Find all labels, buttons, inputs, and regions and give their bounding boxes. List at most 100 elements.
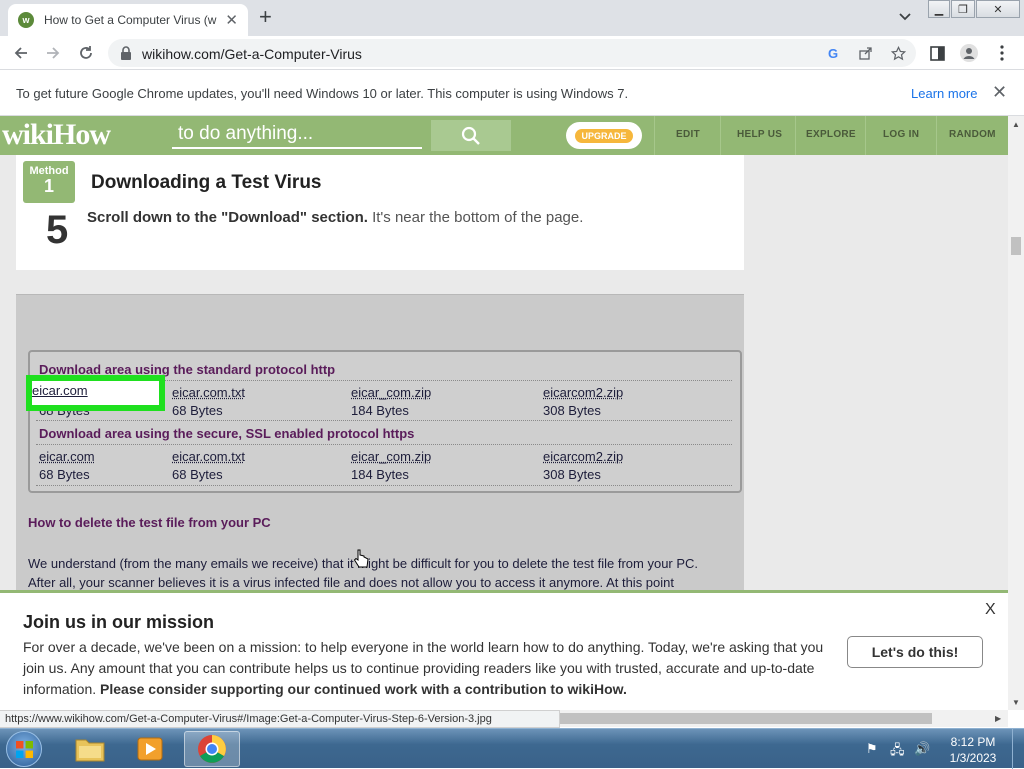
file-size: 68 Bytes — [39, 467, 90, 482]
wikihow-search-button[interactable] — [431, 120, 511, 151]
lock-icon[interactable] — [120, 46, 132, 60]
tab-title: How to Get a Computer Virus (w — [43, 13, 217, 27]
infobar-close-icon[interactable]: ✕ — [992, 82, 1007, 103]
horizontal-scroll-thumb[interactable] — [560, 713, 932, 724]
nav-divider — [865, 116, 866, 155]
wikihow-search-input[interactable]: to do anything... — [172, 121, 422, 149]
nav-divider — [936, 116, 937, 155]
logo-wiki-text: wiki — [2, 118, 54, 151]
divider — [36, 485, 732, 486]
back-arrow-icon — [14, 47, 27, 59]
vertical-scroll-thumb[interactable] — [1011, 237, 1021, 255]
taskbar-media-player[interactable] — [122, 731, 178, 767]
file-size: 184 Bytes — [351, 403, 409, 418]
svg-text:G: G — [828, 46, 838, 60]
upgrade-label: UPGRADE — [575, 128, 633, 143]
nav-random[interactable]: RANDOM — [949, 129, 996, 140]
network-icon[interactable]: 🖧 — [890, 741, 905, 763]
download-area-box: Download area using the standard protoco… — [28, 350, 742, 493]
step-text-bold: Scroll down to the "Download" section. — [87, 209, 368, 226]
file-link: eicarcom2.zip — [543, 385, 624, 400]
minimize-button[interactable]: ▁ — [928, 0, 950, 18]
search-placeholder: to do anything... — [178, 123, 314, 144]
folder-icon — [75, 739, 105, 762]
file-size: 184 Bytes — [351, 467, 409, 482]
infobar-message: To get future Google Chrome updates, you… — [16, 86, 629, 101]
nav-explore[interactable]: EXPLORE — [806, 129, 856, 140]
forward-arrow-icon — [47, 47, 60, 59]
page-viewport: wikiHow to do anything... UPGRADE EDIT H… — [0, 116, 1008, 710]
file-link: eicarcom2.zip — [543, 449, 624, 464]
forward-button[interactable] — [43, 43, 63, 63]
https-heading: Download area using the secure, SSL enab… — [39, 426, 415, 441]
status-bubble-url: https://www.wikihow.com/Get-a-Computer-V… — [0, 710, 560, 728]
tab-close-icon[interactable]: ✕ — [225, 11, 238, 29]
nav-help-us[interactable]: HELP US — [737, 129, 782, 140]
file-link: eicar.com.txt — [172, 385, 245, 400]
file-link: eicar.com — [39, 449, 95, 464]
method-number: 1 — [43, 176, 54, 196]
browser-toolbar: wikihow.com/Get-a-Computer-Virus G — [0, 36, 1024, 70]
file-size: 308 Bytes — [543, 467, 601, 482]
divider — [36, 420, 732, 421]
taskbar-file-explorer[interactable] — [62, 731, 118, 767]
show-desktop-button[interactable] — [1012, 729, 1024, 769]
reload-button[interactable] — [76, 43, 96, 63]
file-size: 68 Bytes — [172, 467, 223, 482]
side-panel-icon[interactable] — [928, 44, 946, 62]
highlight-box-eicar-com: eicar.com — [26, 375, 165, 411]
file-size: 308 Bytes — [543, 403, 601, 418]
vertical-scrollbar[interactable]: ▲ ▼ — [1008, 116, 1024, 710]
nav-divider — [795, 116, 796, 155]
file-size: 68 Bytes — [172, 403, 223, 418]
method-title: Downloading a Test Virus — [91, 172, 322, 193]
chrome-menu-kebab-icon[interactable] — [993, 44, 1011, 62]
file-link: eicar_com.zip — [351, 449, 432, 464]
nav-divider — [720, 116, 721, 155]
address-bar[interactable]: wikihow.com/Get-a-Computer-Virus G — [108, 39, 916, 67]
file-link: eicar.com.txt — [172, 449, 245, 464]
system-clock[interactable]: 8:12 PM 1/3/2023 — [940, 734, 1006, 766]
delete-paragraph: We understand (from the many emails we r… — [28, 556, 699, 590]
nav-divider — [654, 116, 655, 155]
start-button[interactable] — [6, 731, 42, 767]
google-lens-g-icon[interactable]: G — [826, 45, 842, 61]
window-close-button[interactable]: ✕ — [976, 0, 1020, 18]
upgrade-button[interactable]: UPGRADE — [566, 122, 642, 149]
back-button[interactable] — [11, 43, 31, 63]
mission-close-button[interactable]: X — [985, 601, 996, 619]
taskbar-chrome[interactable] — [184, 731, 240, 767]
url-text[interactable]: wikihow.com/Get-a-Computer-Virus — [142, 46, 362, 62]
restore-button[interactable]: ❐ — [951, 0, 975, 18]
scroll-up-arrow-icon[interactable]: ▲ — [1012, 120, 1020, 129]
update-infobar: To get future Google Chrome updates, you… — [0, 71, 1024, 116]
learn-more-link[interactable]: Learn more — [911, 86, 977, 101]
mission-banner: Join us in our mission For over a decade… — [0, 590, 1008, 710]
mission-heading: Join us in our mission — [23, 612, 215, 632]
mouse-cursor-hand-icon — [353, 549, 369, 568]
tab-search-chevron-icon[interactable] — [897, 8, 913, 24]
clock-date: 1/3/2023 — [949, 751, 997, 765]
step-text: Scroll down to the "Download" section. I… — [87, 209, 583, 226]
media-player-icon — [137, 737, 163, 761]
windows-logo-icon — [16, 741, 33, 758]
logo-how-text: How — [53, 118, 111, 151]
volume-icon[interactable]: 🔊 — [914, 741, 930, 757]
wikihow-logo[interactable]: wikiHow — [2, 118, 111, 152]
clock-time: 8:12 PM — [950, 735, 996, 749]
browser-tab-active[interactable]: w How to Get a Computer Virus (w ✕ — [8, 4, 248, 36]
reload-icon — [80, 46, 92, 59]
share-icon[interactable] — [858, 45, 874, 61]
lets-do-this-button[interactable]: Let's do this! — [847, 636, 983, 668]
scroll-down-arrow-icon[interactable]: ▼ — [1012, 698, 1020, 707]
bookmark-star-icon[interactable] — [890, 45, 906, 61]
nav-edit[interactable]: EDIT — [676, 129, 700, 140]
windows-taskbar: ⚑ 🖧 🔊 8:12 PM 1/3/2023 — [0, 728, 1024, 769]
new-tab-button[interactable]: + — [259, 6, 272, 28]
mission-body: For over a decade, we've been on a missi… — [23, 637, 833, 700]
profile-avatar-icon[interactable] — [960, 44, 978, 62]
nav-log-in[interactable]: LOG IN — [883, 129, 919, 140]
scroll-right-arrow-icon[interactable]: ▶ — [995, 714, 1001, 723]
divider — [36, 444, 732, 445]
action-center-flag-icon[interactable]: ⚑ — [866, 741, 878, 757]
